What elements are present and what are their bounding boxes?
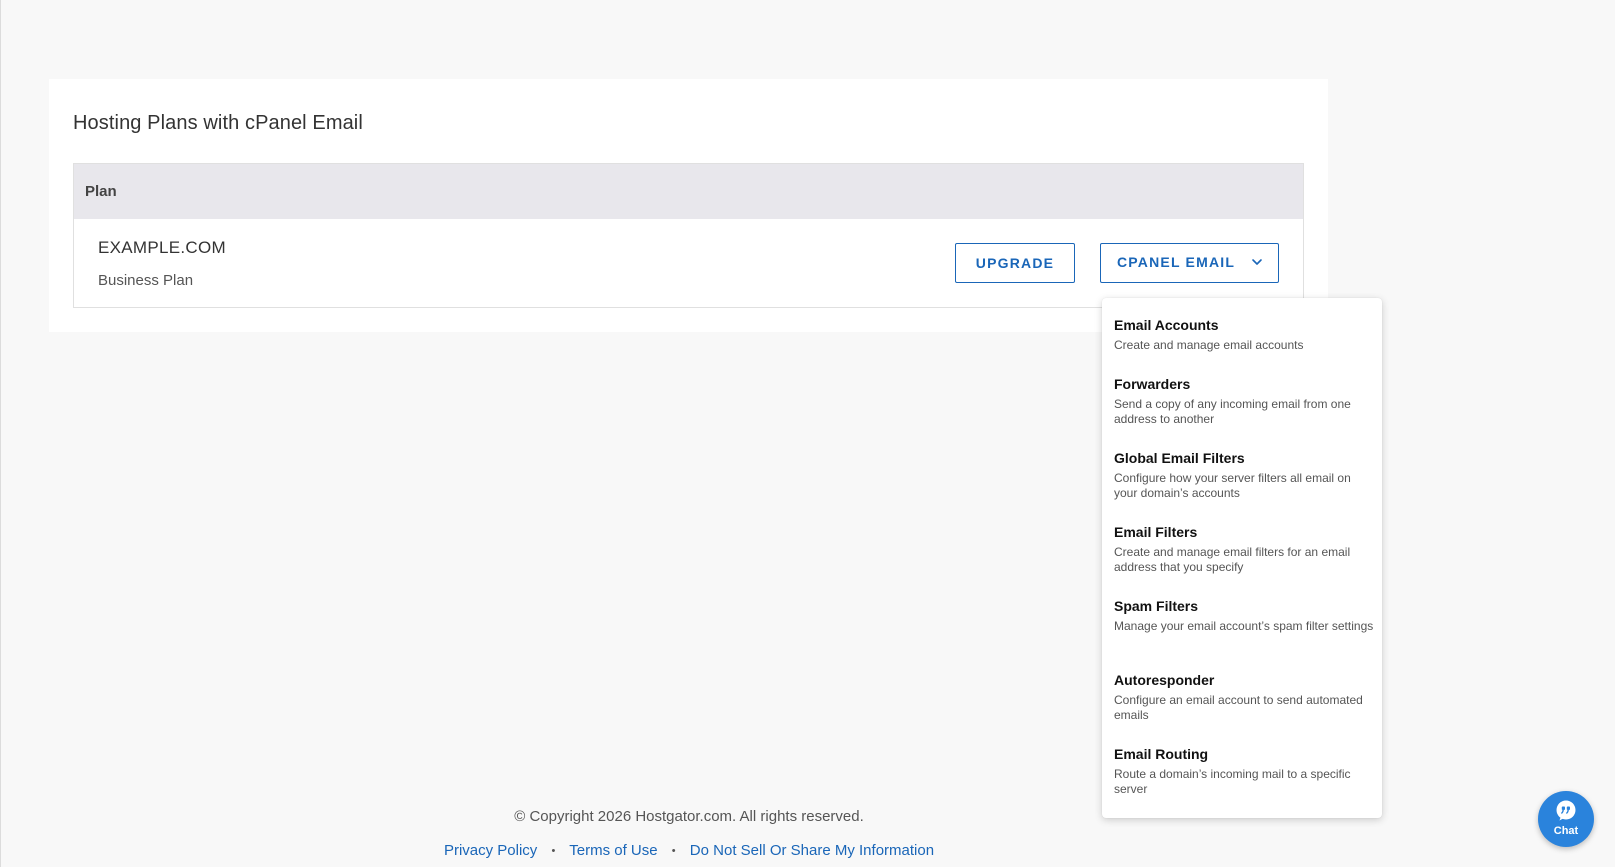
menu-item-description: Configure how your server filters all em…	[1114, 471, 1351, 500]
footer-separator: •	[551, 845, 556, 857]
cpanel-email-dropdown-button[interactable]: CPANEL EMAIL	[1100, 243, 1279, 283]
plans-table: Plan EXAMPLE.COM Business Plan UPGRADE C…	[73, 163, 1304, 308]
menu-item-email-filters[interactable]: Email Filters Create and manage email fi…	[1114, 523, 1374, 575]
menu-item-title: Forwarders	[1114, 376, 1191, 392]
plan-domain: EXAMPLE.COM	[98, 238, 226, 257]
menu-item-description: Send a copy of any incoming email from o…	[1114, 397, 1351, 426]
table-row: EXAMPLE.COM Business Plan UPGRADE CPANEL…	[74, 219, 1303, 307]
menu-item-title: Email Routing	[1114, 746, 1209, 762]
menu-item-email-accounts[interactable]: Email Accounts Create and manage email a…	[1114, 316, 1374, 353]
menu-item-global-email-filters[interactable]: Global Email Filters Configure how your …	[1114, 449, 1374, 501]
privacy-policy-link[interactable]: Privacy Policy	[444, 842, 537, 859]
menu-item-autoresponder[interactable]: Autoresponder Configure an email account…	[1114, 671, 1374, 723]
cpanel-email-menu: Email Accounts Create and manage email a…	[1102, 298, 1382, 818]
hosting-plans-card: Hosting Plans with cPanel Email Plan EXA…	[49, 79, 1328, 332]
do-not-sell-link[interactable]: Do Not Sell Or Share My Information	[690, 842, 934, 859]
footer-separator: •	[671, 845, 676, 857]
table-header: Plan	[74, 164, 1303, 219]
cpanel-email-label: CPANEL EMAIL	[1117, 254, 1236, 270]
menu-item-description: Route a domain’s incoming mail to a spec…	[1114, 767, 1351, 796]
menu-item-title: Email Accounts	[1114, 317, 1219, 333]
column-header-plan: Plan	[85, 183, 117, 200]
menu-item-title: Global Email Filters	[1114, 450, 1245, 466]
page-title: Hosting Plans with cPanel Email	[73, 112, 363, 134]
footer-copyright: © Copyright 2026 Hostgator.com. All righ…	[514, 808, 864, 825]
footer-links: Privacy Policy • Terms of Use • Do Not S…	[0, 842, 1378, 859]
chat-bubble-icon	[1556, 800, 1576, 821]
menu-item-title: Spam Filters	[1114, 598, 1199, 614]
chat-label: Chat	[1553, 825, 1579, 837]
plan-name: Business Plan	[98, 272, 194, 289]
terms-of-use-link[interactable]: Terms of Use	[569, 842, 657, 859]
chat-button[interactable]: Chat	[1538, 791, 1594, 847]
menu-item-description: Manage your email account’s spam filter …	[1114, 619, 1374, 633]
menu-item-forwarders[interactable]: Forwarders Send a copy of any incoming e…	[1114, 375, 1374, 427]
upgrade-button[interactable]: UPGRADE	[955, 243, 1075, 283]
menu-item-title: Autoresponder	[1114, 672, 1215, 688]
menu-item-description: Configure an email account to send autom…	[1114, 693, 1363, 722]
menu-item-description: Create and manage email filters for an e…	[1114, 545, 1351, 574]
page-left-border	[0, 0, 1, 867]
chevron-down-icon	[1252, 259, 1262, 265]
menu-item-title: Email Filters	[1114, 524, 1198, 540]
menu-item-spam-filters[interactable]: Spam Filters Manage your email account’s…	[1114, 597, 1374, 634]
menu-item-description: Create and manage email accounts	[1114, 338, 1304, 352]
menu-item-email-routing[interactable]: Email Routing Route a domain’s incoming …	[1114, 745, 1374, 797]
